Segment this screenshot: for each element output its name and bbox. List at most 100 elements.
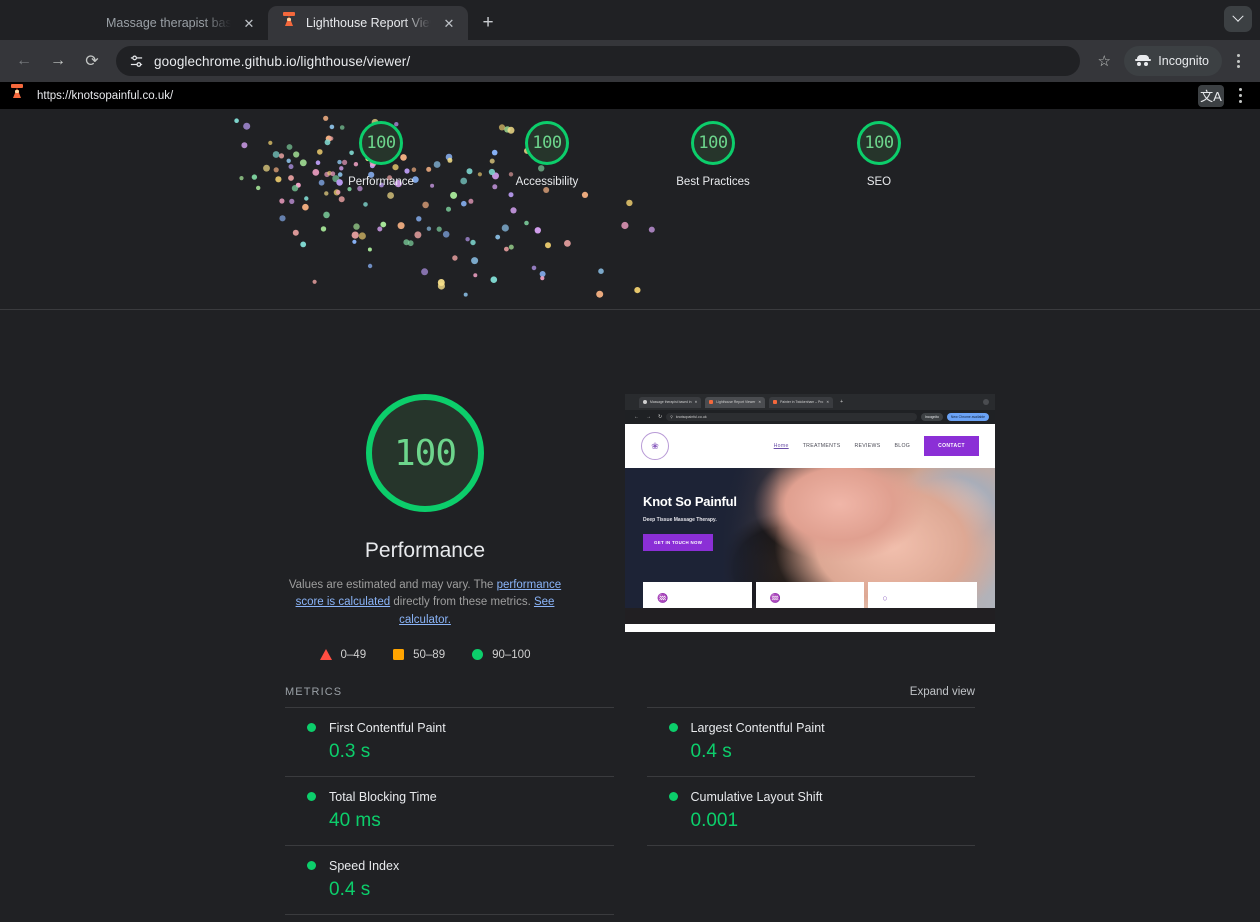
search-icon: ⚲ (670, 415, 673, 419)
gauge-score: 100 (698, 133, 728, 153)
back-button[interactable]: ← (8, 45, 40, 77)
reload-button[interactable]: ⟳ (76, 45, 108, 77)
metric-label: First Contentful Paint (329, 720, 446, 735)
thumb-tab-strip: Massage therapist based in ✕ Lighthouse … (625, 394, 995, 410)
site-feature-cards: ♒ ♒ ○ (625, 582, 995, 608)
metrics-heading: METRICS (285, 685, 343, 698)
metric-cumulative-layout-shift[interactable]: Cumulative Layout Shift 0.001 (646, 775, 975, 845)
globe-icon (82, 16, 97, 31)
site-navbar: ❀ Home TREATMENTS REVIEWS BLOG CONTACT (625, 424, 995, 468)
metrics-section: METRICS Expand view First Contentful Pai… (285, 686, 975, 922)
triangle-icon (319, 649, 332, 661)
forward-button[interactable]: → (42, 45, 74, 77)
browser-toolbar: ← → ⟳ googlechrome.github.io/lighthouse/… (0, 40, 1260, 82)
massage-icon: ♒ (657, 593, 669, 603)
tab-title: Massage therapist based in L (106, 16, 231, 30)
incognito-icon (1135, 55, 1152, 67)
hero-heading: Knot So Painful (643, 494, 737, 509)
status-badge (307, 861, 316, 871)
bookmark-bar: https://knotsopainful.co.uk/ 文A (0, 82, 1260, 109)
legend-range: 90–100 (492, 648, 531, 661)
gauge-performance[interactable]: 100 Performance (329, 121, 434, 188)
gauge-seo[interactable]: 100 SEO (827, 121, 932, 188)
tab-massage-therapist[interactable]: Massage therapist based in L ✕ (68, 6, 268, 40)
address-bar-url: googlechrome.github.io/lighthouse/viewer… (154, 53, 411, 69)
expand-view-toggle[interactable]: Expand view (910, 686, 975, 698)
browser-menu-icon[interactable] (1224, 45, 1252, 77)
metrics-column-left: First Contentful Paint 0.3 s Total Block… (285, 706, 614, 922)
gauge-ring: 100 (857, 121, 901, 165)
thumb-forward-icon: → (646, 414, 651, 420)
metric-label: Speed Index (329, 858, 400, 873)
page-title: Performance (364, 539, 486, 562)
desc-text-1: Values are estimated and may vary. The (288, 579, 497, 591)
new-tab-button[interactable]: + (474, 9, 502, 37)
final-screenshot[interactable]: Massage therapist based in ✕ Lighthouse … (625, 394, 995, 632)
thumb-reload-icon: ↻ (658, 414, 663, 420)
thumb-new-tab-icon: + (840, 399, 843, 405)
close-icon[interactable]: ✕ (240, 14, 258, 32)
metric-speed-index[interactable]: Speed Index 0.4 s (285, 844, 614, 914)
status-badge (668, 723, 678, 733)
thumb-address-bar: ⚲ knotsopainful.co.uk (666, 413, 918, 421)
hero-text: Knot So Painful Deep Tissue Massage Ther… (643, 494, 737, 551)
thumb-update-badge: New Chrome available (946, 413, 989, 421)
metric-label: Total Blocking Time (329, 789, 437, 804)
metric-label: Cumulative Layout Shift (690, 789, 823, 804)
site-logo: ❀ (641, 432, 669, 460)
desc-text-2: directly from these metrics. (390, 596, 534, 609)
metric-value: 0.3 s (329, 740, 371, 762)
score-legend: 0–49 50–89 90–100 (319, 648, 530, 661)
legend-pass: 90–100 (472, 649, 530, 661)
thumb-tab: Painter in Twickenham – Pro ✕ (769, 396, 834, 408)
score-description: Values are estimated and may vary. The p… (280, 577, 570, 629)
tab-search-button[interactable] (1224, 6, 1252, 32)
lighthouse-report: 100 Performance 100 Accessibility 100 Be… (0, 109, 1260, 922)
site-hero: Knot So Painful Deep Tissue Massage Ther… (625, 468, 995, 608)
nav-link-blog: BLOG (894, 443, 911, 449)
thumb-window-control (983, 399, 989, 405)
bookmark-url: https://knotsopainful.co.uk/ (37, 89, 174, 102)
metric-total-blocking-time[interactable]: Total Blocking Time 40 ms (285, 775, 614, 845)
bookmark-bar-menu-icon[interactable] (1226, 80, 1254, 112)
address-bar[interactable]: googlechrome.github.io/lighthouse/viewer… (116, 46, 1081, 76)
performance-hero: 100 Performance Values are estimated and… (0, 310, 1260, 661)
close-icon: ✕ (826, 400, 830, 404)
metric-first-contentful-paint[interactable]: First Contentful Paint 0.3 s (285, 706, 614, 776)
metric-label: Largest Contentful Paint (690, 720, 825, 735)
metrics-column-end (646, 844, 975, 846)
legend-range: 0–49 (340, 648, 367, 661)
hero-cta-button: GET IN TOUCH NOW (643, 534, 714, 551)
tab-lighthouse-report-viewer[interactable]: Lighthouse Report Viewer ✕ (268, 6, 468, 40)
metric-value: 40 ms (329, 809, 381, 831)
legend-range: 50–89 (413, 648, 446, 661)
score-gauges: 100 Performance 100 Accessibility 100 Be… (0, 121, 1260, 188)
thumb-tab: Lighthouse Report Viewer ✕ (705, 396, 766, 408)
bookmark-star-icon[interactable]: ☆ (1088, 45, 1120, 77)
lighthouse-icon (709, 400, 714, 404)
metric-value: 0.4 s (329, 878, 371, 900)
gauge-best-practices[interactable]: 100 Best Practices (661, 121, 766, 188)
site-menu: Home TREATMENTS REVIEWS BLOG CONTACT (774, 436, 979, 456)
tune-icon[interactable] (129, 54, 144, 69)
hero-subheading: Deep Tissue Massage Therapy. (643, 517, 717, 523)
close-icon: ✕ (758, 400, 762, 404)
gauge-ring: 100 (359, 121, 403, 165)
incognito-badge[interactable]: Incognito (1124, 46, 1222, 76)
status-badge (307, 723, 316, 733)
thumb-tab: Massage therapist based in ✕ (639, 396, 702, 408)
globe-icon (643, 400, 647, 404)
close-icon[interactable]: ✕ (440, 14, 458, 32)
metrics-column-right: Largest Contentful Paint 0.4 s Cumulativ… (646, 706, 975, 922)
gauge-label: Accessibility (515, 176, 579, 188)
thumb-incognito-badge: Incognito (921, 413, 943, 421)
gauge-accessibility[interactable]: 100 Accessibility (495, 121, 600, 188)
metric-largest-contentful-paint[interactable]: Largest Contentful Paint 0.4 s (646, 706, 975, 776)
site-footer (625, 608, 995, 624)
status-badge (307, 792, 316, 802)
translate-icon[interactable]: 文A (1198, 84, 1224, 107)
thumb-url: knotsopainful.co.uk (675, 415, 707, 419)
bookmark-item[interactable]: https://knotsopainful.co.uk/ (10, 88, 173, 103)
gauge-score: 100 (532, 133, 562, 153)
chevron-down-icon (1232, 10, 1244, 22)
